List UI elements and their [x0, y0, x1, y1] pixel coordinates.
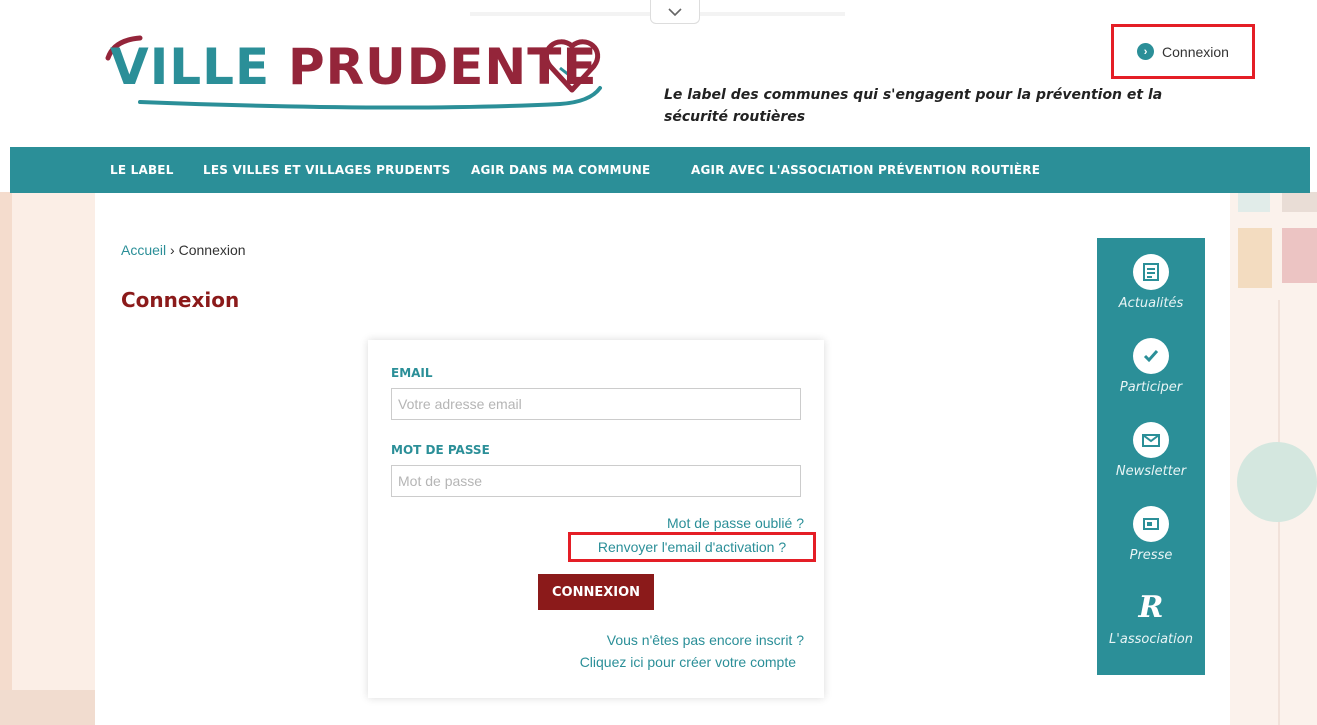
- nav-item-agir-association[interactable]: AGIR AVEC L'ASSOCIATION PRÉVENTION ROUTI…: [691, 147, 1040, 193]
- signup-question: Vous n'êtes pas encore inscrit ?: [606, 632, 804, 648]
- background-decor-right-square: [1238, 228, 1272, 288]
- header-connexion-link[interactable]: › Connexion: [1111, 24, 1255, 79]
- site-tagline: Le label des communes qui s'engagent pou…: [664, 87, 1163, 125]
- envelope-icon: [1133, 422, 1169, 458]
- sidebar-item-participer[interactable]: Participer: [1097, 338, 1205, 395]
- chevron-down-icon: [668, 7, 682, 16]
- breadcrumb: Accueil › Connexion: [121, 242, 246, 258]
- email-label: EMAIL: [391, 366, 433, 380]
- association-r-icon: R: [1138, 590, 1164, 625]
- sidebar-item-label: Presse: [1129, 548, 1173, 563]
- background-decor-right-top-2: [1282, 192, 1317, 212]
- background-decor-right-top: [1238, 192, 1270, 212]
- sidebar-item-newsletter[interactable]: Newsletter: [1097, 422, 1205, 479]
- nav-item-agir-commune[interactable]: AGIR DANS MA COMMUNE: [471, 147, 650, 193]
- newspaper-icon: [1133, 254, 1169, 290]
- sidebar-item-label: Actualités: [1118, 296, 1184, 311]
- breadcrumb-current: Connexion: [178, 242, 246, 258]
- resend-activation-link[interactable]: Renvoyer l'email d'activation ?: [568, 532, 816, 562]
- logo-text-ville: VILLE: [110, 38, 271, 96]
- password-field[interactable]: [391, 465, 801, 497]
- background-decor-bottom-left: [0, 690, 95, 725]
- sidebar-item-actualites[interactable]: Actualités: [1097, 254, 1205, 311]
- sidebar-item-label: Newsletter: [1115, 464, 1187, 479]
- login-card: EMAIL MOT DE PASSE Mot de passe oublié ?…: [368, 340, 824, 698]
- connexion-submit-button[interactable]: CONNEXION: [538, 574, 654, 610]
- breadcrumb-home-link[interactable]: Accueil: [121, 242, 166, 258]
- breadcrumb-separator: ›: [170, 242, 175, 258]
- background-decor-left: [0, 192, 95, 725]
- check-icon: [1133, 338, 1169, 374]
- sidebar-item-presse[interactable]: Presse: [1097, 506, 1205, 563]
- email-field[interactable]: [391, 388, 801, 420]
- chevron-right-circle-icon: ›: [1137, 43, 1155, 60]
- logo-text-prudente: PRUDENTE: [288, 38, 598, 96]
- sidebar-item-association[interactable]: R L'association: [1097, 590, 1205, 647]
- press-icon: [1133, 506, 1169, 542]
- collapse-toggle[interactable]: [650, 0, 700, 24]
- sidebar-item-label: Participer: [1119, 380, 1183, 395]
- background-decor-circle: [1237, 442, 1317, 522]
- page-title: Connexion: [121, 288, 240, 312]
- create-account-link[interactable]: Cliquez ici pour créer votre compte: [580, 654, 796, 670]
- background-decor-right-square-2: [1282, 228, 1317, 283]
- resend-activation-label: Renvoyer l'email d'activation ?: [597, 539, 787, 555]
- main-nav: LE LABEL LES VILLES ET VILLAGES PRUDENTS…: [10, 147, 1310, 193]
- logo[interactable]: VILLE PRUDENTE: [100, 30, 620, 115]
- forgot-password-link[interactable]: Mot de passe oublié ?: [667, 515, 804, 531]
- nav-item-villes-villages[interactable]: LES VILLES ET VILLAGES PRUDENTS: [203, 147, 451, 193]
- password-label: MOT DE PASSE: [391, 443, 490, 457]
- nav-item-le-label[interactable]: LE LABEL: [110, 147, 174, 193]
- sidebar-item-label: L'association: [1109, 632, 1193, 647]
- quick-links-sidebar: Actualités Participer Newsletter Presse …: [1097, 238, 1205, 675]
- header-connexion-label: Connexion: [1162, 43, 1229, 60]
- background-decor-left-strip: [0, 192, 12, 725]
